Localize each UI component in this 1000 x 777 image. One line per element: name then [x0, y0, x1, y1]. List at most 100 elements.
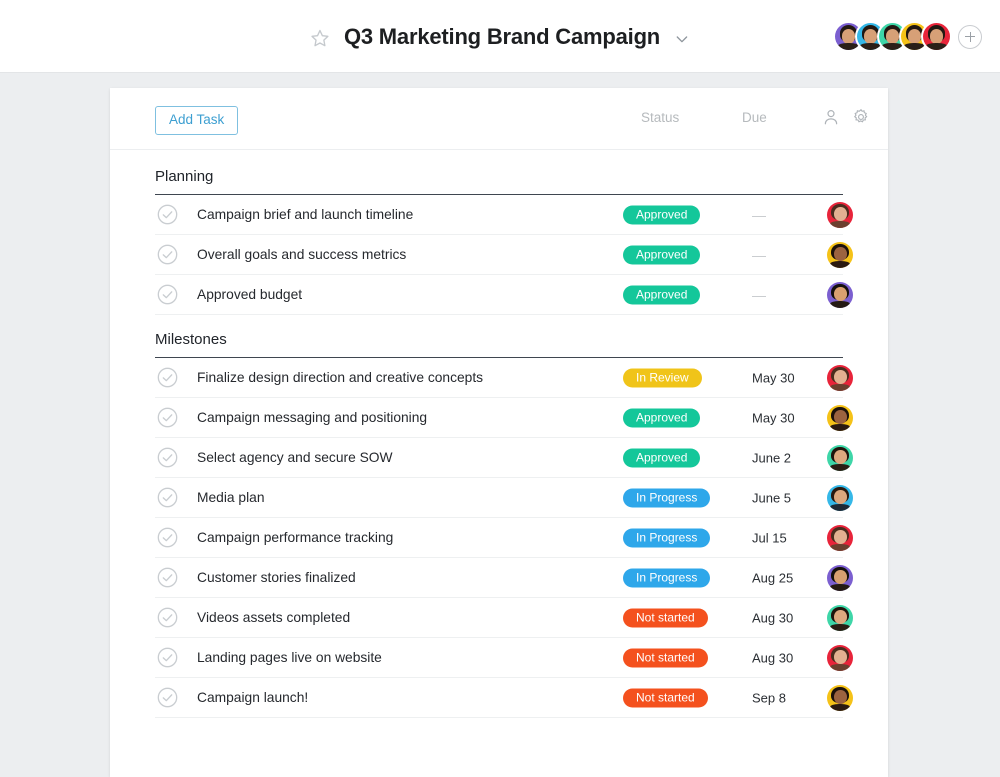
- avatar[interactable]: [827, 365, 853, 391]
- section-title: Milestones: [155, 315, 843, 358]
- due-date[interactable]: May 30: [752, 370, 795, 385]
- complete-check-icon[interactable]: [157, 204, 178, 225]
- due-date[interactable]: —: [752, 287, 766, 303]
- task-row[interactable]: Media planIn ProgressJune 5: [155, 478, 843, 518]
- task-row[interactable]: Finalize design direction and creative c…: [155, 358, 843, 398]
- status-badge[interactable]: Approved: [623, 448, 700, 467]
- due-date[interactable]: Aug 25: [752, 570, 793, 585]
- complete-check-icon[interactable]: [157, 647, 178, 668]
- avatar[interactable]: [827, 685, 853, 711]
- assignee-cell[interactable]: [827, 445, 853, 471]
- status-cell: Not started: [623, 688, 733, 707]
- status-badge[interactable]: Approved: [623, 285, 700, 304]
- chevron-down-icon[interactable]: [674, 27, 690, 47]
- assignee-cell[interactable]: [827, 485, 853, 511]
- status-cell: Approved: [623, 205, 733, 224]
- gear-icon[interactable]: [852, 108, 870, 126]
- status-badge[interactable]: Approved: [623, 408, 700, 427]
- avatar[interactable]: [827, 282, 853, 308]
- avatar[interactable]: [827, 645, 853, 671]
- avatar[interactable]: [827, 525, 853, 551]
- avatar[interactable]: [827, 445, 853, 471]
- task-row[interactable]: Campaign performance trackingIn Progress…: [155, 518, 843, 558]
- status-badge[interactable]: In Progress: [623, 488, 710, 507]
- due-date[interactable]: —: [752, 207, 766, 223]
- task-row[interactable]: Landing pages live on websiteNot started…: [155, 638, 843, 678]
- complete-check-icon[interactable]: [157, 527, 178, 548]
- due-date[interactable]: Jul 15: [752, 530, 787, 545]
- assignee-cell[interactable]: [827, 565, 853, 591]
- status-badge[interactable]: Not started: [623, 688, 708, 707]
- status-cell: In Progress: [623, 568, 733, 587]
- assignee-cell[interactable]: [827, 282, 853, 308]
- task-row[interactable]: Campaign launch!Not started Sep 8: [155, 678, 843, 718]
- status-cell: In Progress: [623, 488, 733, 507]
- complete-check-icon[interactable]: [157, 284, 178, 305]
- assignee-cell[interactable]: [827, 365, 853, 391]
- avatar[interactable]: [827, 565, 853, 591]
- status-badge[interactable]: Not started: [623, 648, 708, 667]
- task-row[interactable]: Campaign messaging and positioningApprov…: [155, 398, 843, 438]
- assignee-cell[interactable]: [827, 405, 853, 431]
- person-icon[interactable]: [822, 108, 840, 126]
- due-date[interactable]: May 30: [752, 410, 795, 425]
- status-badge[interactable]: Approved: [623, 245, 700, 264]
- complete-check-icon[interactable]: [157, 367, 178, 388]
- task-row[interactable]: Approved budgetApproved—: [155, 275, 843, 315]
- task-row[interactable]: Videos assets completedNot started Aug 30: [155, 598, 843, 638]
- assignee-cell[interactable]: [827, 645, 853, 671]
- complete-check-icon[interactable]: [157, 244, 178, 265]
- complete-check-icon[interactable]: [157, 407, 178, 428]
- avatar[interactable]: [827, 605, 853, 631]
- avatar[interactable]: [827, 242, 853, 268]
- status-badge[interactable]: In Progress: [623, 528, 710, 547]
- assignee-cell[interactable]: [827, 685, 853, 711]
- due-date[interactable]: June 5: [752, 490, 791, 505]
- task-list-card: Add Task Status Due PlanningCampaign bri…: [110, 88, 888, 777]
- assignee-cell[interactable]: [827, 202, 853, 228]
- avatar[interactable]: [827, 485, 853, 511]
- complete-check-icon[interactable]: [157, 687, 178, 708]
- task-row[interactable]: Overall goals and success metricsApprove…: [155, 235, 843, 275]
- status-cell: Approved: [623, 408, 733, 427]
- due-date[interactable]: Aug 30: [752, 610, 793, 625]
- due-date[interactable]: —: [752, 247, 766, 263]
- due-date[interactable]: June 2: [752, 450, 791, 465]
- star-outline-icon[interactable]: [310, 26, 330, 48]
- complete-check-icon[interactable]: [157, 487, 178, 508]
- status-badge[interactable]: Not started: [623, 608, 708, 627]
- due-date[interactable]: Aug 30: [752, 650, 793, 665]
- complete-check-icon[interactable]: [157, 567, 178, 588]
- add-task-button[interactable]: Add Task: [155, 106, 238, 135]
- add-member-button[interactable]: [958, 25, 982, 49]
- status-badge[interactable]: Approved: [623, 205, 700, 224]
- task-section: MilestonesFinalize design direction and …: [110, 315, 888, 718]
- task-name: Customer stories finalized: [197, 570, 843, 585]
- member-avatar[interactable]: [923, 23, 950, 50]
- due-date[interactable]: Sep 8: [752, 690, 786, 705]
- app-header: Q3 Marketing Brand Campaign: [0, 0, 1000, 73]
- status-badge[interactable]: In Progress: [623, 568, 710, 587]
- task-name: Campaign performance tracking: [197, 530, 843, 545]
- complete-check-icon[interactable]: [157, 607, 178, 628]
- task-row[interactable]: Select agency and secure SOWApprovedJune…: [155, 438, 843, 478]
- avatar[interactable]: [827, 202, 853, 228]
- task-name: Videos assets completed: [197, 610, 843, 625]
- task-name: Campaign launch!: [197, 690, 843, 705]
- assignee-cell[interactable]: [827, 605, 853, 631]
- task-section: PlanningCampaign brief and launch timeli…: [110, 150, 888, 315]
- column-header-status: Status: [641, 110, 679, 125]
- assignee-cell[interactable]: [827, 525, 853, 551]
- status-cell: In Progress: [623, 528, 733, 547]
- column-header-due: Due: [742, 110, 767, 125]
- assignee-cell[interactable]: [827, 242, 853, 268]
- task-name: Overall goals and success metrics: [197, 247, 843, 262]
- task-name: Campaign messaging and positioning: [197, 410, 843, 425]
- task-row[interactable]: Campaign brief and launch timelineApprov…: [155, 195, 843, 235]
- task-row[interactable]: Customer stories finalizedIn Progress Aug…: [155, 558, 843, 598]
- status-cell: Approved: [623, 245, 733, 264]
- status-badge[interactable]: In Review: [623, 368, 702, 387]
- section-title: Planning: [155, 150, 843, 195]
- avatar[interactable]: [827, 405, 853, 431]
- complete-check-icon[interactable]: [157, 447, 178, 468]
